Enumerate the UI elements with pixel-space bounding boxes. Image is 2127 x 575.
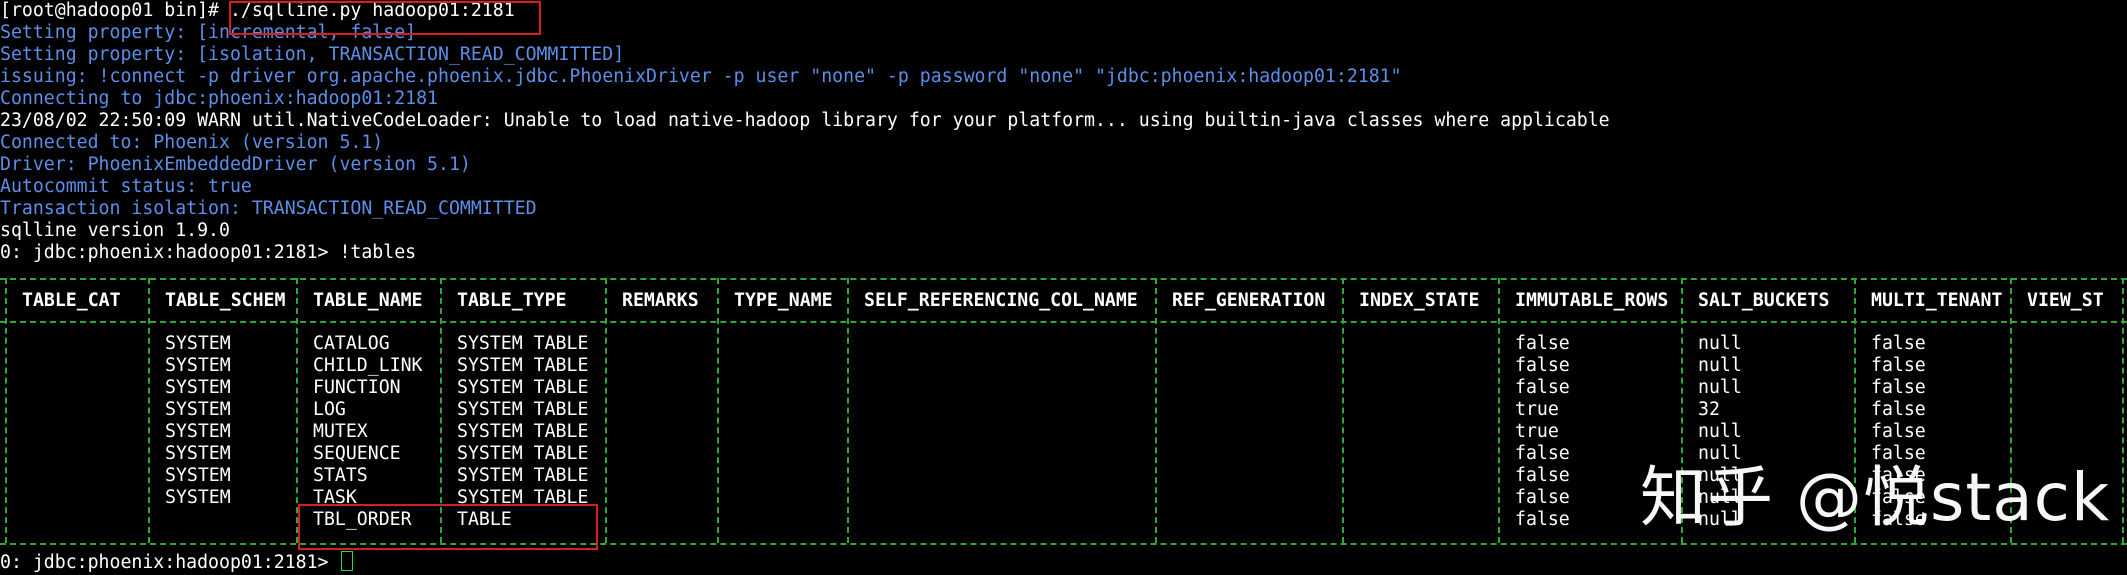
sqlline-prompt: 0: jdbc:phoenix:hadoop01:2181>: [0, 552, 340, 573]
table-cell: SYSTEM: [165, 465, 231, 486]
table-cell: LOG: [313, 399, 346, 420]
table-column-separator: [1498, 278, 1500, 543]
table-cell: null: [1698, 421, 1742, 442]
table-cell: CATALOG: [313, 333, 390, 354]
table-cell: FUNCTION: [313, 377, 401, 398]
output-line: Setting property: [isolation, TRANSACTIO…: [0, 44, 625, 65]
table-cell: false: [1871, 333, 1926, 354]
table-cell: CHILD_LINK: [313, 355, 423, 376]
column-header: SALT_BUCKETS: [1698, 290, 1830, 311]
output-line: sqlline version 1.9.0: [0, 220, 230, 241]
table-cell: SYSTEM TABLE: [457, 355, 589, 376]
column-header: TYPE_NAME: [734, 290, 833, 311]
table-cell: false: [1515, 465, 1570, 486]
column-header: IMMUTABLE_ROWS: [1515, 290, 1669, 311]
column-header: VIEW_ST: [2027, 290, 2104, 311]
table-cell: 32: [1698, 399, 1720, 420]
column-header: TABLE_SCHEM: [165, 290, 286, 311]
column-header: REMARKS: [622, 290, 699, 311]
output-line: issuing: !connect -p driver org.apache.p…: [0, 66, 1402, 87]
output-line: Autocommit status: true: [0, 176, 252, 197]
column-header: SELF_REFERENCING_COL_NAME: [864, 290, 1138, 311]
table-cell: SEQUENCE: [313, 443, 401, 464]
shell-prompt: [root@hadoop01 bin]#: [0, 0, 230, 21]
output-line: Connecting to jdbc:phoenix:hadoop01:2181: [0, 88, 438, 109]
table-cell: false: [1515, 333, 1570, 354]
table-column-separator: [717, 278, 719, 543]
final-prompt-line[interactable]: 0: jdbc:phoenix:hadoop01:2181>: [0, 551, 354, 573]
table-column-separator: [847, 278, 849, 543]
table-column-separator: [5, 278, 7, 543]
column-header: REF_GENERATION: [1172, 290, 1326, 311]
table-cell: false: [1515, 487, 1570, 508]
table-column-separator: [148, 278, 150, 543]
table-cell: SYSTEM TABLE: [457, 333, 589, 354]
table-cell: SYSTEM TABLE: [457, 421, 589, 442]
table-cell: SYSTEM: [165, 487, 231, 508]
column-header: INDEX_STATE: [1359, 290, 1480, 311]
table-cell: SYSTEM: [165, 355, 231, 376]
table-cell: SYSTEM TABLE: [457, 465, 589, 486]
column-header: TABLE_TYPE: [457, 290, 567, 311]
command-highlight-box: [229, 1, 541, 35]
table-cell: STATS: [313, 465, 368, 486]
table-column-separator: [2122, 278, 2124, 543]
table-cell: false: [1871, 399, 1926, 420]
column-header: TABLE_NAME: [313, 290, 423, 311]
output-lines: Setting property: [incremental, false] Se…: [0, 22, 2127, 264]
column-header: MULTI_TENANT: [1871, 290, 2003, 311]
table-cell: null: [1698, 377, 1742, 398]
tbl-order-highlight-box: [298, 504, 598, 550]
table-cell: SYSTEM: [165, 399, 231, 420]
table-cell: SYSTEM: [165, 333, 231, 354]
table-column-separator: [1342, 278, 1344, 543]
table-cell: MUTEX: [313, 421, 368, 442]
table-border-row: [0, 321, 2127, 323]
table-cell: false: [1515, 377, 1570, 398]
table-border-row: [0, 278, 2127, 280]
table-cell: false: [1515, 355, 1570, 376]
table-cell: null: [1698, 333, 1742, 354]
table-cell: true: [1515, 421, 1559, 442]
table-cell: SYSTEM TABLE: [457, 399, 589, 420]
table-column-separator: [605, 278, 607, 543]
table-cell: false: [1871, 421, 1926, 442]
output-line: 23/08/02 22:50:09 WARN util.NativeCodeLo…: [0, 110, 1610, 131]
zhihu-watermark: 知乎 @悦stack: [1640, 459, 2111, 536]
table-cell: SYSTEM: [165, 377, 231, 398]
column-header: TABLE_CAT: [22, 290, 121, 311]
output-line: Transaction isolation: TRANSACTION_READ_…: [0, 198, 537, 219]
table-cell: SYSTEM: [165, 443, 231, 464]
table-cell: true: [1515, 399, 1559, 420]
table-cell: false: [1871, 377, 1926, 398]
table-cell: SYSTEM: [165, 421, 231, 442]
table-column-separator: [1155, 278, 1157, 543]
table-cell: null: [1698, 355, 1742, 376]
table-cell: false: [1515, 509, 1570, 530]
table-cell: SYSTEM TABLE: [457, 443, 589, 464]
table-cell: false: [1515, 443, 1570, 464]
output-line: 0: jdbc:phoenix:hadoop01:2181> !tables: [0, 242, 417, 263]
terminal-cursor: [341, 551, 354, 571]
output-line: Driver: PhoenixEmbeddedDriver (version 5…: [0, 154, 471, 175]
output-line: Connected to: Phoenix (version 5.1): [0, 132, 384, 153]
table-cell: SYSTEM TABLE: [457, 377, 589, 398]
table-cell: false: [1871, 355, 1926, 376]
